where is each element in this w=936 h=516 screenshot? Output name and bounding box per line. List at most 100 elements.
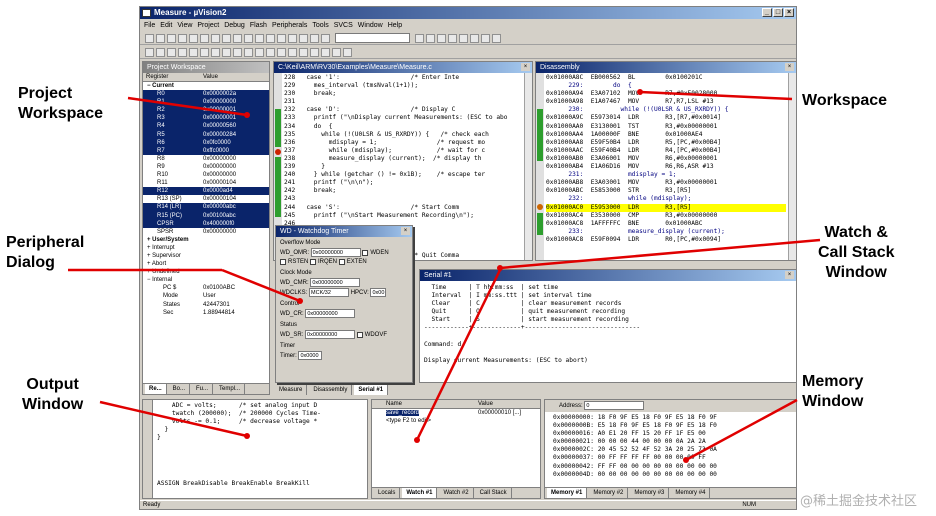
find-icon[interactable] bbox=[321, 34, 330, 43]
code-coverage-icon[interactable] bbox=[277, 48, 286, 57]
tab-call-stack[interactable]: Call Stack bbox=[476, 488, 512, 498]
unindent-icon[interactable] bbox=[255, 34, 264, 43]
paste-icon[interactable] bbox=[211, 34, 220, 43]
irqen-checkbox[interactable] bbox=[310, 258, 317, 265]
tab-serial[interactable]: Serial #1 bbox=[354, 385, 389, 395]
register-row[interactable]: SPSR 0x00000000 bbox=[143, 228, 269, 236]
show-next-statement-icon[interactable] bbox=[222, 48, 231, 57]
view-window-icon[interactable] bbox=[481, 34, 490, 43]
register-row[interactable]: R8 0x00000000 bbox=[143, 155, 269, 163]
wd-sr-field[interactable]: 0x00000000 bbox=[305, 330, 356, 340]
wden-checkbox[interactable] bbox=[362, 249, 369, 256]
wdclks-select[interactable]: MCK/32 bbox=[309, 288, 350, 298]
watch-row[interactable]: <type F2 to edit> bbox=[372, 417, 540, 425]
wd-omr-field[interactable]: 0x00000000 bbox=[310, 248, 361, 257]
disassembly-window-icon[interactable] bbox=[255, 48, 264, 57]
find-combo[interactable] bbox=[335, 33, 410, 43]
tab-memory-3[interactable]: Memory #3 bbox=[630, 488, 670, 498]
maximize-button[interactable]: □ bbox=[773, 8, 783, 17]
save-all-icon[interactable] bbox=[178, 34, 187, 43]
performance-analyzer-icon[interactable] bbox=[310, 48, 319, 57]
mode-interrupt[interactable]: + Interrupt bbox=[143, 244, 269, 252]
close-icon[interactable]: × bbox=[521, 63, 530, 71]
menu-tools[interactable]: Tools bbox=[312, 22, 328, 29]
register-row[interactable]: R5 0x00000284 bbox=[143, 130, 269, 139]
find-in-files-icon[interactable] bbox=[310, 34, 319, 43]
internal-row[interactable]: PC $ 0x0100ABC bbox=[143, 284, 269, 292]
step-into-icon[interactable] bbox=[178, 48, 187, 57]
bookmark-icon[interactable] bbox=[266, 34, 275, 43]
internal-row[interactable]: Mode User bbox=[143, 292, 269, 300]
internal-row[interactable]: Sec 1.88944814 bbox=[143, 309, 269, 317]
register-row[interactable]: R7 0xffc0000 bbox=[143, 146, 269, 155]
disable-breakpoints-icon[interactable] bbox=[470, 34, 479, 43]
logic-analyzer-icon[interactable] bbox=[321, 48, 330, 57]
settings-icon[interactable] bbox=[492, 34, 501, 43]
close-icon[interactable]: × bbox=[401, 227, 410, 235]
tab-registers[interactable]: Re... bbox=[145, 384, 167, 394]
mode-supervisor[interactable]: + Supervisor bbox=[143, 252, 269, 260]
watch-row[interactable]: save_record 0x00000010 [...] bbox=[372, 409, 540, 417]
menu-edit[interactable]: Edit bbox=[160, 22, 172, 29]
wd-cmr-field[interactable]: 0x00000000 bbox=[310, 278, 361, 288]
menu-flash[interactable]: Flash bbox=[250, 22, 267, 29]
clear-bookmarks-icon[interactable] bbox=[299, 34, 308, 43]
tab-functions[interactable]: Fu... bbox=[192, 384, 214, 394]
run-to-cursor-icon[interactable] bbox=[211, 48, 220, 57]
tab-memory-1[interactable]: Memory #1 bbox=[547, 488, 588, 498]
rsten-checkbox[interactable] bbox=[280, 258, 286, 265]
tab-memory-2[interactable]: Memory #2 bbox=[589, 488, 629, 498]
register-row[interactable]: CPSR 0x400000f0 bbox=[143, 219, 269, 228]
hpcv-field[interactable]: 0x00 bbox=[370, 288, 387, 298]
close-icon[interactable]: × bbox=[785, 63, 794, 71]
register-row[interactable]: R3 0x00000001 bbox=[143, 114, 269, 123]
group-user-system[interactable]: + User/System bbox=[143, 236, 269, 244]
binoculars-icon[interactable] bbox=[415, 34, 424, 43]
register-row[interactable]: R2 0x00000001 bbox=[143, 106, 269, 115]
memory-dump[interactable]: 0x00000000: 18 F0 9F E5 18 F0 9F E5 18 F… bbox=[553, 414, 793, 479]
tab-disassembly[interactable]: Disassembly bbox=[309, 385, 353, 395]
breakpoint-icon[interactable] bbox=[437, 34, 446, 43]
cut-icon[interactable] bbox=[189, 34, 198, 43]
prev-bookmark-icon[interactable] bbox=[288, 34, 297, 43]
tab-books[interactable]: Bo... bbox=[169, 384, 191, 394]
breakpoint-marker-icon[interactable] bbox=[275, 149, 281, 155]
tab-locals[interactable]: Locals bbox=[374, 488, 401, 498]
debug-start-icon[interactable] bbox=[426, 34, 435, 43]
mode-undefined[interactable]: + Undefined bbox=[143, 268, 269, 276]
run-icon[interactable] bbox=[156, 48, 165, 57]
menu-debug[interactable]: Debug bbox=[224, 22, 245, 29]
disassembly-scrollbar[interactable] bbox=[788, 73, 796, 260]
enable-breakpoint-icon[interactable] bbox=[459, 34, 468, 43]
minimize-button[interactable]: _ bbox=[762, 8, 772, 17]
indent-icon[interactable] bbox=[244, 34, 253, 43]
symbol-window-icon[interactable] bbox=[332, 48, 341, 57]
register-row[interactable]: R4 0x00000560 bbox=[143, 122, 269, 131]
serial-window-icon[interactable] bbox=[288, 48, 297, 57]
output-text[interactable]: ADC = volts; /* set analog input D twatc… bbox=[157, 402, 365, 442]
menu-file[interactable]: File bbox=[144, 22, 155, 29]
exten-checkbox[interactable] bbox=[338, 258, 345, 265]
close-icon[interactable]: × bbox=[785, 271, 794, 279]
register-row[interactable]: R6 0x0fc0000 bbox=[143, 138, 269, 147]
kill-breakpoints-icon[interactable] bbox=[448, 34, 457, 43]
memory-window-icon[interactable] bbox=[299, 48, 308, 57]
menu-help[interactable]: Help bbox=[388, 22, 402, 29]
next-bookmark-icon[interactable] bbox=[277, 34, 286, 43]
register-row[interactable]: R12 0x0000ad4 bbox=[143, 187, 269, 196]
close-button[interactable]: × bbox=[784, 8, 794, 17]
register-row[interactable]: R11 0x00000104 bbox=[143, 179, 269, 187]
wd-cr-field[interactable]: 0x00000000 bbox=[305, 309, 356, 319]
tab-memory-4[interactable]: Memory #4 bbox=[671, 488, 711, 498]
undo-icon[interactable] bbox=[222, 34, 231, 43]
redo-icon[interactable] bbox=[233, 34, 242, 43]
mode-internal[interactable]: − Internal bbox=[143, 276, 269, 284]
step-out-icon[interactable] bbox=[200, 48, 209, 57]
step-over-icon[interactable] bbox=[189, 48, 198, 57]
tab-templates[interactable]: Templ... bbox=[215, 384, 246, 394]
register-row[interactable]: R1 0x00000000 bbox=[143, 98, 269, 107]
tab-watch-2[interactable]: Watch #2 bbox=[439, 488, 474, 498]
open-file-icon[interactable] bbox=[156, 34, 165, 43]
toolbox-icon[interactable] bbox=[343, 48, 352, 57]
mode-abort[interactable]: + Abort bbox=[143, 260, 269, 268]
